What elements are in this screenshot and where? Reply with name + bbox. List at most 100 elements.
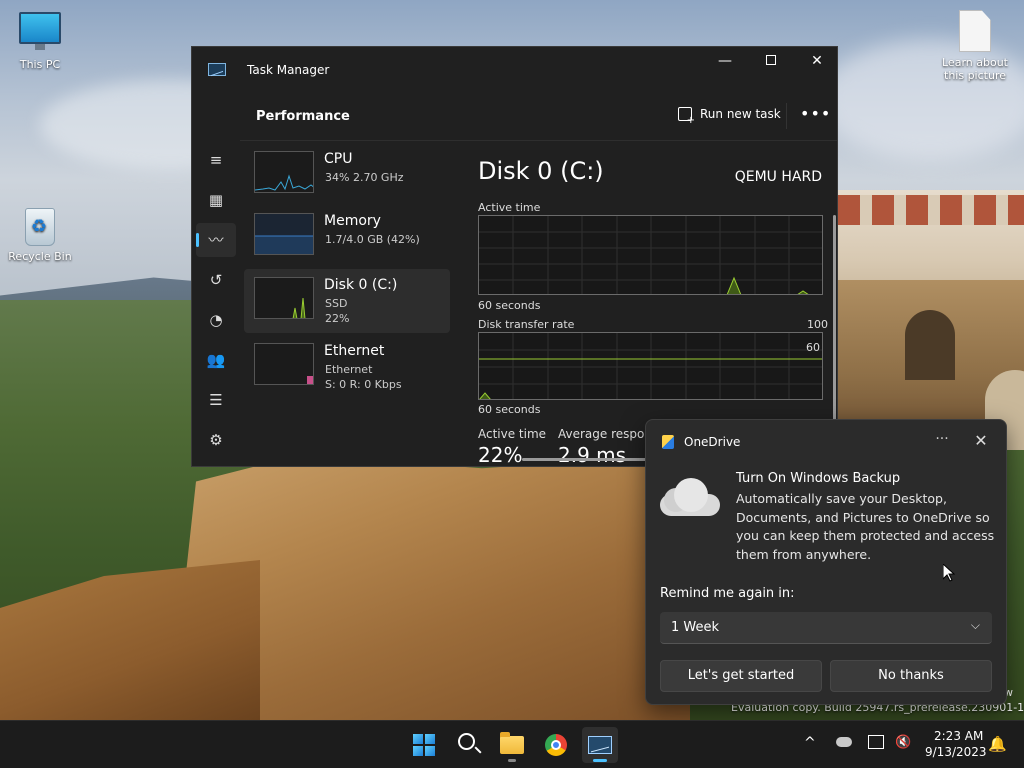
desktop-icon-this-pc[interactable]: This PC	[0, 12, 80, 71]
processes-icon[interactable]: ▦	[196, 183, 236, 217]
notification-close-button[interactable]: ✕	[970, 430, 992, 452]
disk-model: QEMU HARD	[734, 169, 822, 185]
search-button[interactable]	[450, 727, 486, 763]
resource-item-memory[interactable]: Memory 1.7/4.0 GB (42%)	[244, 205, 450, 269]
disk-thumbnail-graph	[254, 277, 314, 319]
resource-name: CPU	[324, 151, 353, 167]
minimize-button[interactable]: —	[702, 47, 748, 77]
monitor-icon	[19, 12, 61, 50]
performance-header: Performance Run new task •••	[240, 93, 837, 141]
desktop-icon-label: Learn about	[942, 56, 1008, 69]
performance-icon[interactable]: 〰	[196, 223, 236, 257]
users-icon[interactable]: 👥	[196, 343, 236, 377]
task-manager-taskbar-button[interactable]	[582, 727, 618, 763]
graph-time-label: 60 seconds	[478, 299, 541, 312]
notification-body: Automatically save your Desktop, Documen…	[736, 491, 995, 562]
chevron-down-icon: ⌵	[970, 618, 980, 632]
resource-item-disk[interactable]: Disk 0 (C:) SSD 22%	[244, 269, 450, 333]
memory-sparkline	[255, 235, 313, 254]
resource-name: Memory	[324, 213, 381, 229]
taskbar: ^ 🔇	[0, 720, 1024, 768]
cpu-thumbnail-graph	[254, 151, 314, 193]
page-title: Performance	[256, 109, 350, 124]
hamburger-menu-icon[interactable]: ≡	[196, 143, 236, 177]
recycle-bin-icon	[25, 208, 55, 246]
startup-apps-icon[interactable]: ◔	[196, 303, 236, 337]
onedrive-tray-icon[interactable]	[836, 737, 852, 747]
wallpaper-roofs	[838, 195, 1024, 225]
start-icon	[413, 734, 435, 756]
get-started-button[interactable]: Let's get started	[660, 660, 822, 692]
graph-time-label: 60 seconds	[478, 403, 541, 416]
desktop-icon-label: this picture	[944, 69, 1006, 82]
active-time-stat-value: 22%	[478, 443, 523, 467]
transfer-rate-chart	[479, 333, 822, 399]
app-history-icon[interactable]: ↺	[196, 263, 236, 297]
no-thanks-button[interactable]: No thanks	[830, 660, 992, 692]
more-options-button[interactable]: •••	[800, 103, 830, 129]
vertical-scrollbar[interactable]	[833, 215, 836, 425]
maximize-button[interactable]	[748, 47, 794, 77]
desktop-icon-label: Recycle Bin	[8, 250, 72, 263]
start-button[interactable]	[406, 727, 442, 763]
memory-thumbnail-graph	[254, 213, 314, 255]
transfer-rate-label: Disk transfer rate	[478, 318, 575, 331]
show-hidden-icons-button[interactable]: ^	[804, 735, 816, 768]
cloud-icon	[660, 476, 722, 516]
resource-name: Ethernet	[324, 343, 385, 359]
resource-name: Disk 0 (C:)	[324, 277, 398, 293]
run-new-task-button[interactable]: Run new task	[678, 107, 781, 127]
desktop-icon-label: This PC	[19, 58, 61, 71]
run-new-task-label: Run new task	[700, 107, 781, 121]
resource-item-ethernet[interactable]: Ethernet Ethernet S: 0 R: 0 Kbps	[244, 335, 450, 399]
chrome-button[interactable]	[538, 727, 574, 763]
disk-sparkline	[292, 297, 306, 318]
resource-detail: Ethernet	[325, 363, 373, 376]
mouse-cursor-icon	[943, 564, 955, 582]
services-icon[interactable]: ⚙	[196, 423, 236, 457]
network-icon[interactable]	[868, 735, 884, 749]
title-bar[interactable]: Task Manager — ✕	[192, 47, 837, 93]
clock-time[interactable]: 2:23 AM	[934, 729, 983, 743]
detail-title: Disk 0 (C:)	[478, 157, 604, 185]
active-indicator	[593, 759, 607, 762]
task-manager-app-icon	[208, 63, 226, 76]
document-icon	[959, 10, 991, 52]
volume-muted-icon[interactable]: 🔇	[895, 735, 911, 768]
notification-more-button[interactable]: ···	[932, 430, 952, 450]
transfer-max-label: 100	[807, 318, 828, 331]
remind-dropdown[interactable]: 1 Week ⌵	[660, 612, 992, 644]
cpu-sparkline	[255, 174, 313, 191]
notification-app-name: OneDrive	[684, 435, 741, 449]
chrome-icon	[545, 734, 567, 756]
wallpaper-arch	[905, 310, 955, 380]
run-task-icon	[678, 107, 695, 126]
onedrive-app-icon	[662, 435, 674, 449]
resource-detail: SSD	[325, 297, 348, 310]
desktop-icon-recycle-bin[interactable]: Recycle Bin	[0, 208, 80, 263]
resource-item-cpu[interactable]: CPU 34% 2.70 GHz	[244, 143, 450, 207]
active-time-graph	[478, 215, 823, 295]
onedrive-notification: OneDrive ··· ✕ Turn On Windows Backup Au…	[645, 419, 1007, 705]
resource-detail: 34% 2.70 GHz	[325, 171, 404, 184]
remind-dropdown-value: 1 Week	[671, 620, 720, 635]
response-time-stat-label: Average respons	[558, 427, 659, 441]
details-icon[interactable]: ☰	[196, 383, 236, 417]
header-divider	[786, 103, 787, 129]
resource-detail: 1.7/4.0 GB (42%)	[325, 233, 420, 246]
desktop-icon-learn-about-picture[interactable]: Learn about this picture	[935, 10, 1015, 82]
file-explorer-button[interactable]	[494, 727, 530, 763]
resource-detail: 22%	[325, 312, 350, 325]
maximize-icon	[766, 55, 776, 65]
remind-label: Remind me again in:	[660, 586, 795, 601]
active-time-label: Active time	[478, 201, 541, 214]
ethernet-sparkline	[307, 376, 313, 384]
clock-date[interactable]: 9/13/2023	[925, 745, 987, 759]
notification-bell-icon[interactable]: 🔔	[988, 735, 1007, 753]
task-manager-window: Task Manager — ✕ ≡ ▦ 〰 ↺ ◔ 👥 ☰ ⚙ ⚙ Perfo…	[191, 46, 838, 467]
transfer-rate-graph: 60	[478, 332, 823, 400]
resource-list: CPU 34% 2.70 GHz Memory 1.7/4.0 GB (42%)…	[244, 143, 450, 463]
search-icon	[458, 733, 475, 750]
ethernet-thumbnail-graph	[254, 343, 314, 385]
close-button[interactable]: ✕	[794, 47, 837, 77]
